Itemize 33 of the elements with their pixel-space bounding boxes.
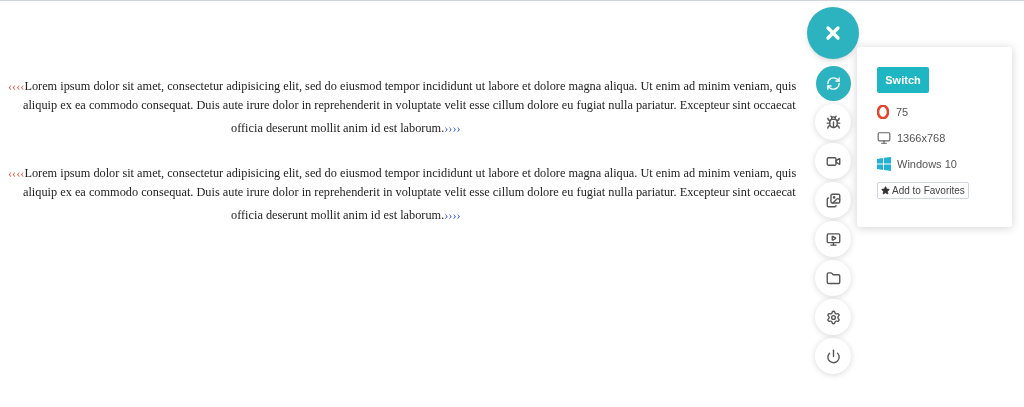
quote-mark: ›››› bbox=[444, 120, 461, 137]
quote-mark: ‹‹‹‹ bbox=[8, 165, 25, 182]
settings-icon bbox=[825, 309, 841, 325]
folder-icon bbox=[825, 270, 841, 286]
paragraph-line: Lorem ipsum dolor sit amet, consectetur adipisicing elit, sed do eiusmod tempor incididunt ut labore et dolore magna aliqua. Ut enim ad minim veniam, quis bbox=[24, 165, 797, 182]
paragraph-line: officia deserunt mollit anim id est laborum. bbox=[231, 120, 445, 137]
tool-button[interactable] bbox=[815, 143, 851, 179]
paragraph-line: aliquip ex ea commodo consequat. Duis aute irure dolor in reprehenderit in voluptate velit esse cillum dolore eu fugiat nulla pariatur. Excepteur sint occaecat bbox=[22, 184, 797, 201]
paragraph-line: aliquip ex ea commodo consequat. Duis aute irure dolor in reprehenderit in voluptate velit esse cillum dolore eu fugiat nulla pariatur. Excepteur sint occaecat bbox=[22, 97, 797, 114]
paragraph-line: Lorem ipsum dolor sit amet, consectetur adipisicing elit, sed do eiusmod tempor incididunt ut labore et dolore magna aliqua. Ut enim ad minim veniam, quis bbox=[24, 78, 797, 95]
resolution-text: 1366x768 bbox=[897, 130, 946, 146]
tool-button[interactable] bbox=[815, 260, 851, 296]
paragraph-line: officia deserunt mollit anim id est laborum. bbox=[231, 207, 445, 224]
browser-version: 75 bbox=[896, 104, 909, 120]
tool-button[interactable] bbox=[815, 299, 851, 335]
monitor-icon bbox=[825, 231, 841, 247]
star-icon bbox=[881, 186, 890, 195]
tool-button[interactable] bbox=[815, 221, 851, 257]
quote-mark: ‹‹‹‹ bbox=[8, 78, 25, 95]
browser-logo-icon bbox=[877, 105, 889, 119]
os-text: Windows 10 bbox=[897, 156, 957, 172]
add-to-favorites-button[interactable]: Add to Favorites bbox=[877, 182, 969, 199]
bug-icon bbox=[825, 114, 841, 130]
power-icon bbox=[825, 348, 841, 364]
tool-button[interactable] bbox=[815, 182, 851, 218]
tool-button[interactable] bbox=[815, 104, 851, 140]
tool-button[interactable] bbox=[815, 338, 851, 374]
windows-logo-icon bbox=[877, 157, 891, 171]
images-icon bbox=[825, 192, 841, 208]
close-icon bbox=[823, 23, 843, 43]
sync-icon bbox=[825, 76, 841, 91]
monitor-icon bbox=[877, 131, 891, 145]
quote-mark: ›››› bbox=[444, 207, 461, 224]
